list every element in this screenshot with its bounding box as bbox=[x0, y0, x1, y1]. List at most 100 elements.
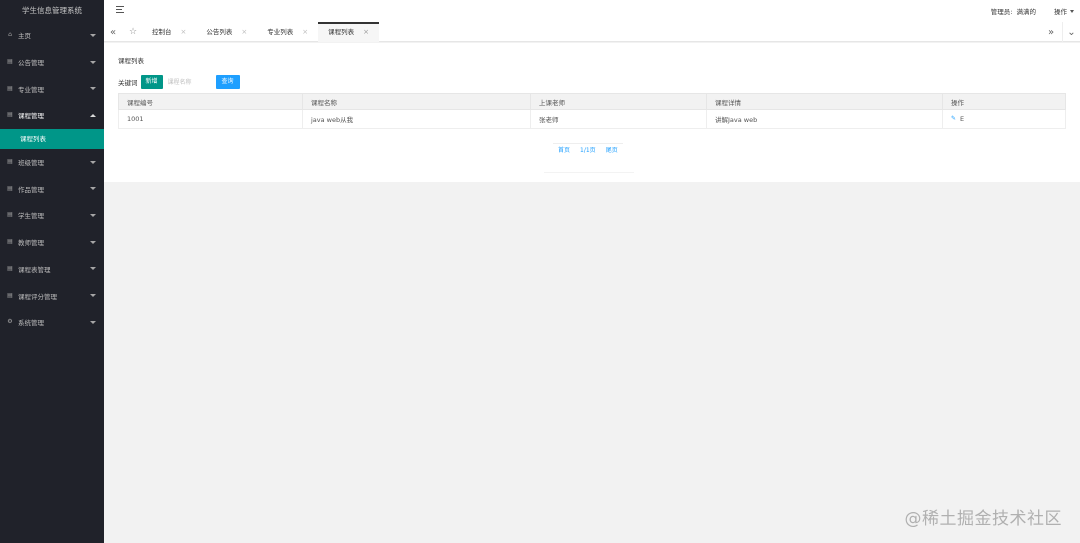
cell-detail: 讲解Java web bbox=[706, 109, 943, 129]
chevron-down-icon bbox=[90, 267, 96, 271]
page-title: 课程列表 bbox=[118, 57, 144, 65]
home-tab-icon[interactable]: ☆ bbox=[124, 22, 142, 42]
sidebar-item-label: 课程管理 bbox=[18, 112, 44, 121]
close-icon[interactable]: × bbox=[302, 22, 308, 42]
app-logo-title: 学生信息管理系统 bbox=[22, 6, 82, 15]
search-toolbar: 关键词 新增 查询 bbox=[118, 74, 240, 90]
pagination: 首页 1/1页 尾页 bbox=[553, 143, 623, 157]
admin-name[interactable]: 满满的 bbox=[1017, 6, 1037, 16]
menu-toggle-icon[interactable] bbox=[116, 6, 124, 14]
sidebar-subitem-course-list[interactable]: 课程列表 bbox=[0, 128, 104, 149]
sidebar: 学生信息管理系统 ⌂ 主页 ▤ 公告管理 ▤ 专业管理 ▤ 课程管理 课程列表 … bbox=[0, 0, 104, 543]
cell-course-id: 1001 bbox=[118, 109, 303, 129]
tab-course-list[interactable]: 课程列表 × bbox=[318, 22, 379, 42]
tab-console[interactable]: 控制台 × bbox=[142, 22, 196, 42]
search-input[interactable] bbox=[167, 75, 210, 89]
chevron-down-icon bbox=[90, 213, 96, 217]
chevron-down-icon bbox=[90, 87, 96, 91]
column-header: 课程名称 bbox=[302, 93, 531, 110]
chevron-up-icon bbox=[90, 113, 96, 117]
column-header: 操作 bbox=[942, 93, 1066, 110]
sidebar-item-student[interactable]: ▤ 学生管理 bbox=[0, 202, 104, 229]
sidebar-item-label: 班级管理 bbox=[18, 159, 44, 168]
header-user-area: 管理员: 满满的 操作 bbox=[991, 0, 1080, 22]
admin-label: 管理员: bbox=[990, 8, 1013, 16]
chevron-down-icon bbox=[90, 60, 96, 64]
sidebar-item-course[interactable]: ▤ 课程管理 bbox=[0, 102, 104, 129]
grid-icon: ▤ bbox=[7, 111, 13, 119]
tabs-menu-chevron-down-icon[interactable]: ⌄ bbox=[1062, 22, 1080, 42]
close-icon[interactable]: × bbox=[363, 22, 369, 42]
sidebar-item-label: 课程表管理 bbox=[18, 265, 51, 274]
sidebar-item-schedule[interactable]: ▤ 课程表管理 bbox=[0, 256, 104, 283]
pager-info: 1/1页 bbox=[580, 147, 596, 154]
grid-icon: ▤ bbox=[7, 238, 13, 246]
search-button[interactable]: 查询 bbox=[215, 75, 240, 89]
pencil-icon: ✎ bbox=[951, 115, 957, 122]
grid-icon: ▤ bbox=[7, 291, 13, 299]
grid-icon: ▤ bbox=[7, 211, 13, 219]
table-row: 1001 java web从我 张老师 讲解Java web ✎ E bbox=[118, 109, 1066, 129]
keyword-label: 关键词 bbox=[118, 79, 138, 87]
tab-label: 控制台 bbox=[152, 28, 172, 36]
sidebar-item-works[interactable]: ▤ 作品管理 bbox=[0, 175, 104, 202]
edit-label: E bbox=[960, 115, 965, 123]
column-header: 课程详情 bbox=[706, 93, 943, 110]
ops-dropdown[interactable]: 操作 bbox=[1054, 6, 1074, 16]
sidebar-item-system[interactable]: ⚙ 系统管理 bbox=[0, 309, 104, 336]
page-tabs-bar: « ☆ 控制台 × 公告列表 × 专业列表 × 课程列表 × » ⌄ bbox=[104, 22, 1080, 42]
add-button[interactable]: 新增 bbox=[140, 75, 163, 89]
tabs: 控制台 × 公告列表 × 专业列表 × 课程列表 × bbox=[142, 22, 379, 42]
sidebar-menu: ⌂ 主页 ▤ 公告管理 ▤ 专业管理 ▤ 课程管理 课程列表 ▤ 班级管理 ▤ bbox=[0, 22, 104, 336]
sidebar-item-label: 专业管理 bbox=[18, 85, 44, 94]
grid-icon: ▤ bbox=[7, 158, 13, 166]
sidebar-item-notice[interactable]: ▤ 公告管理 bbox=[0, 49, 104, 76]
sidebar-submenu-course: 课程列表 bbox=[0, 128, 104, 149]
chevron-down-icon bbox=[90, 240, 96, 244]
tabs-scroll-right-icon[interactable]: » bbox=[1042, 22, 1060, 42]
sidebar-item-home[interactable]: ⌂ 主页 bbox=[0, 22, 104, 49]
cell-actions: ✎ E bbox=[942, 109, 1066, 129]
chevron-down-icon bbox=[90, 33, 96, 37]
sidebar-item-label: 课程评分管理 bbox=[18, 292, 57, 301]
sidebar-item-label: 系统管理 bbox=[18, 319, 44, 328]
tab-notice-list[interactable]: 公告列表 × bbox=[196, 22, 257, 42]
main-content: 课程列表 关键词 新增 查询 课程编号 课程名称 上课老师 课程详情 操作 10… bbox=[104, 43, 1080, 182]
tabs-scroll-left-icon[interactable]: « bbox=[104, 22, 122, 42]
edit-button[interactable]: ✎ E bbox=[951, 115, 1065, 123]
gear-icon: ⚙ bbox=[7, 318, 13, 326]
sidebar-item-teacher[interactable]: ▤ 教师管理 bbox=[0, 229, 104, 256]
top-header: 管理员: 满满的 操作 bbox=[104, 0, 1080, 22]
sidebar-item-label: 学生管理 bbox=[18, 212, 44, 221]
table-header-row: 课程编号 课程名称 上课老师 课程详情 操作 bbox=[118, 93, 1066, 110]
ops-label: 操作 bbox=[1054, 8, 1067, 16]
column-header: 上课老师 bbox=[530, 93, 707, 110]
caret-down-icon bbox=[1070, 9, 1074, 13]
watermark: @稀土掘金技术社区 bbox=[904, 509, 1062, 529]
course-table: 课程编号 课程名称 上课老师 课程详情 操作 1001 java web从我 张… bbox=[118, 93, 1066, 129]
grid-icon: ▤ bbox=[7, 58, 13, 66]
sidebar-item-label: 公告管理 bbox=[18, 59, 44, 68]
chevron-down-icon bbox=[90, 160, 96, 164]
close-icon[interactable]: × bbox=[241, 22, 247, 42]
home-icon: ⌂ bbox=[8, 31, 12, 39]
pager-last[interactable]: 尾页 bbox=[601, 144, 623, 157]
cell-teacher: 张老师 bbox=[530, 109, 707, 129]
grid-icon: ▤ bbox=[7, 184, 13, 192]
sidebar-item-label: 主页 bbox=[18, 32, 31, 41]
sidebar-item-score[interactable]: ▤ 课程评分管理 bbox=[0, 282, 104, 309]
sidebar-item-label: 作品管理 bbox=[18, 185, 44, 194]
tab-label: 专业列表 bbox=[267, 28, 294, 36]
chevron-down-icon bbox=[90, 294, 96, 298]
sidebar-item-major[interactable]: ▤ 专业管理 bbox=[0, 75, 104, 102]
grid-icon: ▤ bbox=[7, 264, 13, 272]
tab-major-list[interactable]: 专业列表 × bbox=[257, 22, 318, 42]
tab-label: 课程列表 bbox=[328, 28, 355, 36]
sidebar-item-class[interactable]: ▤ 班级管理 bbox=[0, 149, 104, 176]
chevron-down-icon bbox=[90, 320, 96, 324]
tab-label: 公告列表 bbox=[206, 28, 233, 36]
chevron-down-icon bbox=[90, 187, 96, 191]
close-icon[interactable]: × bbox=[181, 22, 187, 42]
pager-first[interactable]: 首页 bbox=[553, 144, 575, 157]
column-header: 课程编号 bbox=[118, 93, 303, 110]
